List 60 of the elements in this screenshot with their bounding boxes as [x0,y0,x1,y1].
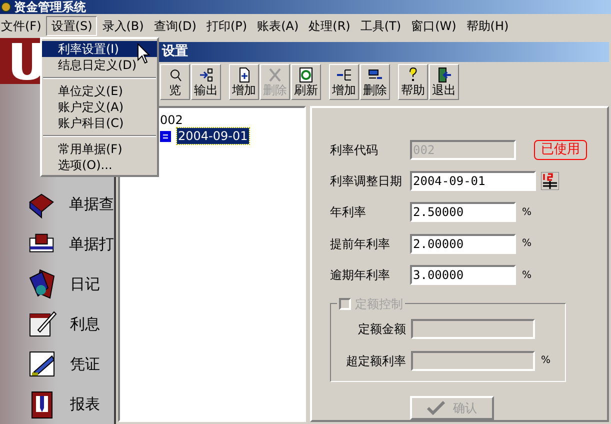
input-field[interactable]: 2004-09-01 [410,171,536,192]
menu-option[interactable]: 单位定义(E) [42,83,157,99]
toolbar-button[interactable]: 删除 [360,64,390,100]
input-field[interactable]: 2.00000 [410,234,516,254]
toolbar-button[interactable]: 帮助 [398,64,428,100]
toolbar-icon [198,67,214,83]
field-label: 年利率 [330,204,367,222]
sidebar-label[interactable]: 利息 [70,312,100,336]
field-label: 利率代码 [330,142,379,159]
field-label: 逾期年利率 [330,267,391,284]
toolbar-button[interactable]: 刷新 [291,64,321,100]
menu-option[interactable]: 常用单据(F) [42,141,157,157]
tree-node[interactable]: 2004-09-01 [177,128,249,144]
toolbar-icon [298,67,314,83]
toolbar-button[interactable]: 增加 [329,64,359,100]
menu-item[interactable]: 工具(T) [355,16,406,36]
toolbar-icon [267,67,283,83]
field-label: 提前年利率 [330,236,391,253]
toolbar-button[interactable]: 增加 [229,64,259,100]
sidebar-label[interactable]: 日记 [70,272,100,296]
mouse-cursor-icon [137,43,151,65]
child-window-title: 设置 [162,43,188,62]
menu-item[interactable]: 设置(S) [46,16,98,36]
field-label: 定额金额 [357,320,407,338]
unit-label: % [522,268,532,283]
window-title: 资金管理系统 [14,0,86,14]
toolbar-icon [436,67,452,83]
menu-item[interactable]: 窗口(W) [406,16,462,36]
menu-item[interactable]: 录入(B) [97,16,149,36]
toolbar-button[interactable]: 输出 [191,64,221,100]
menu-option[interactable]: 选项(O)... [42,157,157,173]
menu-item[interactable]: 帮助(H) [461,16,514,36]
check-icon [427,400,445,415]
status-badge: 已使用 [534,140,587,160]
sidebar-label[interactable]: 单据打 [69,232,114,256]
menu-item[interactable]: 文件(F) [0,16,46,36]
menu-option[interactable]: 账户科目(C) [42,115,157,131]
menu-item[interactable]: 打印(P) [201,16,252,36]
menu-item[interactable]: 查询(D) [148,16,202,36]
tree-node[interactable]: 002 [160,112,183,128]
sidebar-label[interactable]: 单据查 [69,192,114,216]
toolbar-button[interactable]: 退出 [429,64,459,100]
unit-label: % [541,354,551,368]
calendar-icon[interactable] [541,172,559,190]
toolbar-button[interactable]: 览 [160,64,190,100]
menu-item[interactable]: 处理(R) [304,16,356,36]
app-icon [1,2,11,12]
sidebar-label[interactable]: 凭证 [70,352,100,376]
menu-option[interactable]: 账户定义(A) [42,99,157,115]
sidebar-label[interactable]: 报表 [70,392,100,416]
input-field[interactable]: 3.00000 [410,265,516,286]
unit-label: % [522,237,532,252]
input-field[interactable]: 2.50000 [410,202,516,222]
menu-option[interactable]: 利率设置(I) [42,41,157,57]
menu-item[interactable]: 账表(A) [252,16,304,36]
field-label: 超定额利率 [345,352,407,370]
field-label: 利率调整日期 [330,173,403,190]
menu-option[interactable]: 结息日定义(D) [42,57,157,73]
unit-label: % [522,206,532,220]
toolbar-icon [336,67,352,83]
